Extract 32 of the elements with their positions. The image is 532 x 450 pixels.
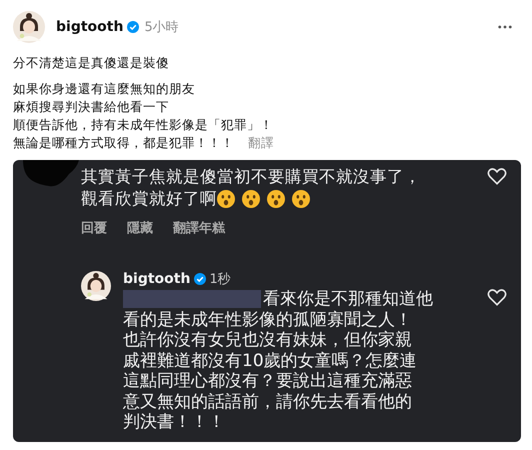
avatar <box>13 11 45 43</box>
comment-action[interactable]: 回覆 <box>81 219 107 237</box>
surprised-face-icon <box>217 190 235 208</box>
reply-text: 看的是未成年性影像的孤陋寡聞之人！ <box>123 310 412 330</box>
translate-link[interactable]: 翻譯 <box>248 135 274 150</box>
post-text: 順便告訴他，持有未成年性影像是「犯罪」！ <box>13 117 273 132</box>
surprised-face-icon <box>292 190 310 208</box>
comment-action[interactable]: 翻譯年糕 <box>173 219 225 237</box>
reply-text: 這點同理心都沒有？要說出這種充滿惡 <box>123 371 412 392</box>
heart-icon[interactable] <box>487 166 507 185</box>
avatar <box>81 271 111 301</box>
reply-text: 判決書！！！ <box>123 412 225 432</box>
surprised-face-icon <box>267 190 285 208</box>
comment-text: 其實黃子焦就是傻當初不要購買不就沒事了， <box>81 166 421 188</box>
post-text: 如果你身邊還有這麼無知的朋友 <box>13 81 195 96</box>
reply-text: 看來你是不那種知道他 <box>263 289 433 310</box>
surprised-face-icon <box>242 190 260 208</box>
post-text: 無論是哪種方式取得，都是犯罪！！！ <box>13 135 234 150</box>
more-icon <box>498 25 512 29</box>
author-name[interactable]: bigtooth <box>56 19 124 35</box>
author-name[interactable]: bigtooth <box>123 271 190 287</box>
heart-icon[interactable] <box>487 287 507 306</box>
post-text: 麻煩搜尋判決書給他看一下 <box>13 99 169 114</box>
comment-action[interactable]: 隱藏 <box>127 219 153 237</box>
post-time: 5小時 <box>144 19 179 36</box>
reply-text: 戚裡難道都沒有10歲的女童嗎？怎麼連 <box>123 350 417 371</box>
redaction-blob <box>23 160 79 188</box>
reply-text: 也許你沒有女兒也沒有妹妹，但你家親 <box>123 330 412 350</box>
reply-text: 意又無知的話語前，請你先去看看他的 <box>123 392 412 412</box>
reply-time: 1秒 <box>209 271 231 288</box>
post-text: 分不清楚這是真傻還是裝傻 <box>13 55 169 70</box>
comment-text: 觀看欣賞就好了啊 <box>81 188 217 210</box>
